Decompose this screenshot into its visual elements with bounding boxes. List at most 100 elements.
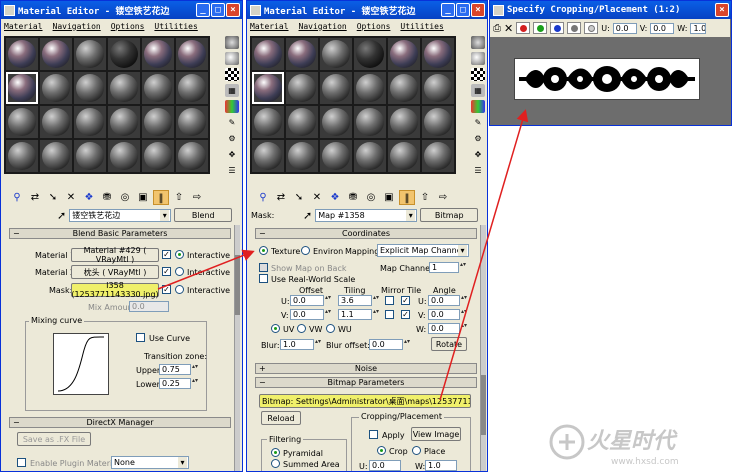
- rotate-button[interactable]: Rotate: [431, 337, 467, 351]
- material2-button[interactable]: 枕头 ( VRayMtl ): [71, 265, 159, 279]
- backlight-icon[interactable]: [225, 52, 239, 65]
- sample-slot[interactable]: [108, 72, 140, 104]
- sample-slot-selected[interactable]: [252, 72, 284, 104]
- sample-slot[interactable]: [142, 72, 174, 104]
- reset-map-icon[interactable]: ✕: [309, 190, 325, 205]
- texture-radio[interactable]: [259, 246, 268, 255]
- blue-channel-toggle[interactable]: [550, 22, 565, 34]
- u-tiling-field[interactable]: 3.6: [338, 295, 372, 306]
- put-to-library-icon[interactable]: ⛃: [99, 190, 115, 205]
- green-channel-toggle[interactable]: [533, 22, 548, 34]
- uv-radio[interactable]: [271, 324, 280, 333]
- material1-checkbox[interactable]: ✓: [162, 250, 171, 259]
- scrollbar[interactable]: [234, 225, 240, 471]
- title-bar[interactable]: Specify Cropping/Placement (1:2) ×: [490, 1, 731, 19]
- options-icon[interactable]: ⚙: [471, 132, 485, 145]
- sample-slot[interactable]: [422, 140, 454, 172]
- sample-slot[interactable]: [286, 72, 318, 104]
- close-button[interactable]: ×: [471, 3, 485, 17]
- sample-slot[interactable]: [320, 72, 352, 104]
- interactive2-radio[interactable]: [175, 267, 184, 276]
- sample-slot[interactable]: [388, 140, 420, 172]
- ornament-image[interactable]: [514, 58, 700, 100]
- sample-slot[interactable]: [108, 106, 140, 138]
- make-preview-icon[interactable]: ✎: [225, 116, 239, 129]
- minimize-button[interactable]: _: [441, 3, 455, 17]
- sample-slot[interactable]: [252, 38, 284, 70]
- select-by-material-icon[interactable]: ✥: [225, 148, 239, 161]
- menu-navigation[interactable]: Navigation: [53, 22, 101, 31]
- coordinates-rollout-header[interactable]: − Coordinates: [255, 228, 477, 239]
- crop-w-field[interactable]: 1.0: [425, 460, 457, 471]
- show-end-result-icon[interactable]: ‖: [399, 189, 415, 205]
- close-button[interactable]: ×: [226, 3, 240, 17]
- select-by-material-icon[interactable]: ✥: [471, 148, 485, 161]
- pick-material-icon[interactable]: ➚: [57, 209, 66, 222]
- plugin-combo[interactable]: None: [111, 456, 189, 469]
- w-field[interactable]: 1.0: [690, 22, 707, 34]
- menu-utilities[interactable]: Utilities: [400, 22, 443, 31]
- sample-slot[interactable]: [354, 106, 386, 138]
- directx-rollout-header[interactable]: − DirectX Manager: [9, 417, 231, 428]
- make-unique-icon[interactable]: ❖: [327, 190, 343, 205]
- v-tiling-field[interactable]: 1.1: [338, 309, 372, 320]
- lower-spinner[interactable]: ▴▾: [192, 378, 198, 389]
- sample-slot-selected[interactable]: [6, 72, 38, 104]
- u-offset-spinner[interactable]: ▴▾: [325, 295, 331, 306]
- scrollbar[interactable]: [480, 225, 486, 471]
- sample-slot[interactable]: [320, 38, 352, 70]
- sample-slot[interactable]: [176, 72, 208, 104]
- go-forward-icon[interactable]: ⇨: [189, 190, 205, 205]
- u-field[interactable]: 0.0: [612, 22, 637, 34]
- mask-map-button[interactable]: I358 (1253771143330.jpg): [71, 281, 159, 299]
- go-forward-icon[interactable]: ⇨: [435, 190, 451, 205]
- v-mirror-checkbox[interactable]: [385, 310, 394, 319]
- material-map-navigator-icon[interactable]: ☰: [471, 164, 485, 177]
- show-map-icon[interactable]: ▣: [381, 190, 397, 205]
- sample-slot[interactable]: [108, 140, 140, 172]
- alpha-channel-toggle[interactable]: [567, 22, 582, 34]
- material2-checkbox[interactable]: ✓: [162, 267, 171, 276]
- sample-slot[interactable]: [6, 140, 38, 172]
- sample-slot[interactable]: [142, 140, 174, 172]
- sample-slot[interactable]: [6, 38, 38, 70]
- bitmap-rollout-header[interactable]: − Bitmap Parameters: [255, 377, 477, 388]
- material-id-icon[interactable]: ◎: [117, 190, 133, 205]
- mix-amount-field[interactable]: 0.0: [129, 301, 169, 312]
- sample-slot[interactable]: [388, 38, 420, 70]
- clear-icon[interactable]: ✕: [504, 22, 513, 35]
- material-type-button[interactable]: Blend: [174, 208, 233, 222]
- summed-area-radio[interactable]: [271, 459, 280, 468]
- crop-radio[interactable]: [377, 446, 386, 455]
- sample-slot[interactable]: [176, 106, 208, 138]
- u-angle-spinner[interactable]: ▴▾: [461, 295, 467, 306]
- sample-slot[interactable]: [74, 140, 106, 172]
- interactive1-radio[interactable]: [175, 250, 184, 259]
- maximize-button[interactable]: □: [456, 3, 470, 17]
- title-bar[interactable]: Material Editor - 镂空铁艺花边 _ □ ×: [247, 1, 487, 19]
- sample-slot[interactable]: [176, 38, 208, 70]
- reload-button[interactable]: Reload: [261, 411, 301, 425]
- real-world-checkbox[interactable]: [259, 274, 268, 283]
- v-angle-spinner[interactable]: ▴▾: [461, 309, 467, 320]
- u-mirror-checkbox[interactable]: [385, 296, 394, 305]
- blur-offset-spinner[interactable]: ▴▾: [404, 339, 410, 350]
- interactive3-radio[interactable]: [175, 285, 184, 294]
- bitmap-path-button[interactable]: Bitmap: Settings\Administrator\桌面\maps\1…: [259, 394, 471, 408]
- mapping-combo[interactable]: Explicit Map Channel: [377, 244, 469, 257]
- video-check-icon[interactable]: [471, 100, 485, 113]
- sample-slot[interactable]: [286, 106, 318, 138]
- blur-spinner[interactable]: ▴▾: [315, 339, 321, 350]
- sample-slot[interactable]: [6, 106, 38, 138]
- crop-u-field[interactable]: 0.0: [369, 460, 401, 471]
- use-curve-checkbox[interactable]: [136, 333, 145, 342]
- backlight-icon[interactable]: [471, 52, 485, 65]
- v-angle-field[interactable]: 0.0: [428, 309, 460, 320]
- sample-slot[interactable]: [388, 106, 420, 138]
- sample-slot[interactable]: [252, 106, 284, 138]
- sample-type-icon[interactable]: [225, 36, 239, 49]
- noise-rollout-header[interactable]: + Noise: [255, 363, 477, 374]
- view-image-button[interactable]: View Image: [411, 427, 461, 441]
- options-icon[interactable]: ⚙: [225, 132, 239, 145]
- blend-rollout-header[interactable]: − Blend Basic Parameters: [9, 228, 231, 239]
